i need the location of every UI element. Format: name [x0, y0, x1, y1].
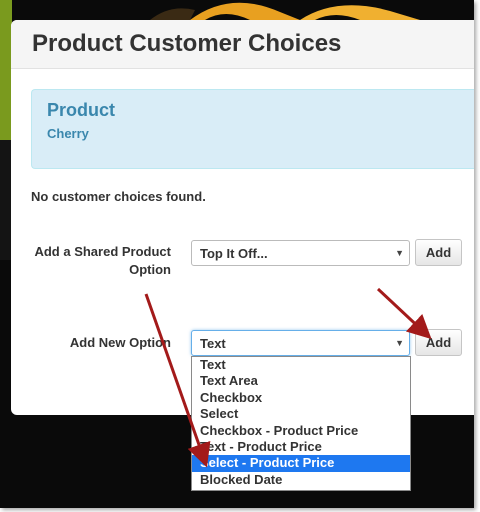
shared-option-select[interactable]: Top It Off... ▼ — [191, 240, 410, 266]
chevron-down-icon: ▼ — [395, 338, 404, 348]
option-select[interactable]: Select — [192, 406, 410, 422]
option-checkbox[interactable]: Checkbox — [192, 390, 410, 406]
new-option-selected-value: Text — [200, 336, 226, 351]
shared-option-label: Add a Shared Product Option — [34, 244, 171, 277]
shared-option-selected-value: Top It Off... — [200, 246, 268, 261]
product-heading: Product — [47, 100, 116, 120]
dialog-header: Product Customer Choices — [11, 20, 474, 69]
add-new-option-button[interactable]: Add — [415, 329, 462, 356]
no-choices-message: No customer choices found. — [31, 189, 206, 204]
option-text-area[interactable]: Text Area — [192, 373, 410, 389]
option-text-product-price[interactable]: Text - Product Price — [192, 439, 410, 455]
new-option-dropdown-list: Text Text Area Checkbox Select Checkbox … — [191, 356, 411, 491]
app-screen: Product Customer Choices Product Cherry … — [0, 0, 474, 508]
option-blocked-date[interactable]: Blocked Date — [192, 472, 410, 488]
add-shared-option-button[interactable]: Add — [415, 239, 462, 266]
product-info-panel: Product Cherry — [31, 89, 474, 169]
option-select-product-price[interactable]: Select - Product Price — [192, 455, 410, 472]
background-swirl-brown — [150, 8, 195, 20]
new-option-label: Add New Option — [69, 335, 171, 350]
new-option-select[interactable]: Text ▼ — [191, 330, 410, 356]
background-swirl-orange — [190, 2, 300, 20]
option-checkbox-product-price[interactable]: Checkbox - Product Price — [192, 423, 410, 439]
product-name: Cherry — [47, 126, 89, 141]
background-swirl-yellow — [300, 5, 420, 20]
dialog-title: Product Customer Choices — [32, 30, 342, 57]
option-text[interactable]: Text — [192, 357, 410, 373]
chevron-down-icon: ▼ — [395, 248, 404, 258]
